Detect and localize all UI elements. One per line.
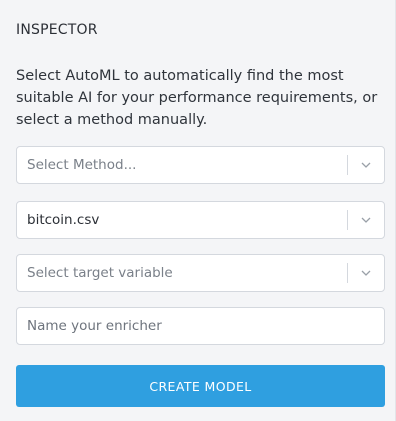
dataset-select[interactable]: bitcoin.csv: [16, 201, 385, 239]
enricher-name-input[interactable]: [16, 307, 385, 345]
chevron-down-icon[interactable]: [360, 159, 372, 171]
chevron-down-icon[interactable]: [360, 267, 372, 279]
create-model-button[interactable]: CREATE MODEL: [16, 365, 385, 407]
select-separator: [347, 155, 348, 175]
panel-title: INSPECTOR: [16, 22, 98, 38]
target-variable-select[interactable]: Select target variable: [16, 254, 385, 292]
chevron-down-icon[interactable]: [360, 214, 372, 226]
method-select[interactable]: Select Method...: [16, 146, 385, 184]
select-separator: [347, 210, 348, 230]
target-select-placeholder: Select target variable: [27, 265, 173, 281]
dataset-select-value: bitcoin.csv: [27, 212, 100, 228]
inspector-panel: INSPECTOR Select AutoML to automatically…: [0, 0, 396, 421]
select-separator: [347, 263, 348, 283]
method-select-placeholder: Select Method...: [27, 157, 137, 173]
panel-description: Select AutoML to automatically find the …: [16, 68, 378, 128]
